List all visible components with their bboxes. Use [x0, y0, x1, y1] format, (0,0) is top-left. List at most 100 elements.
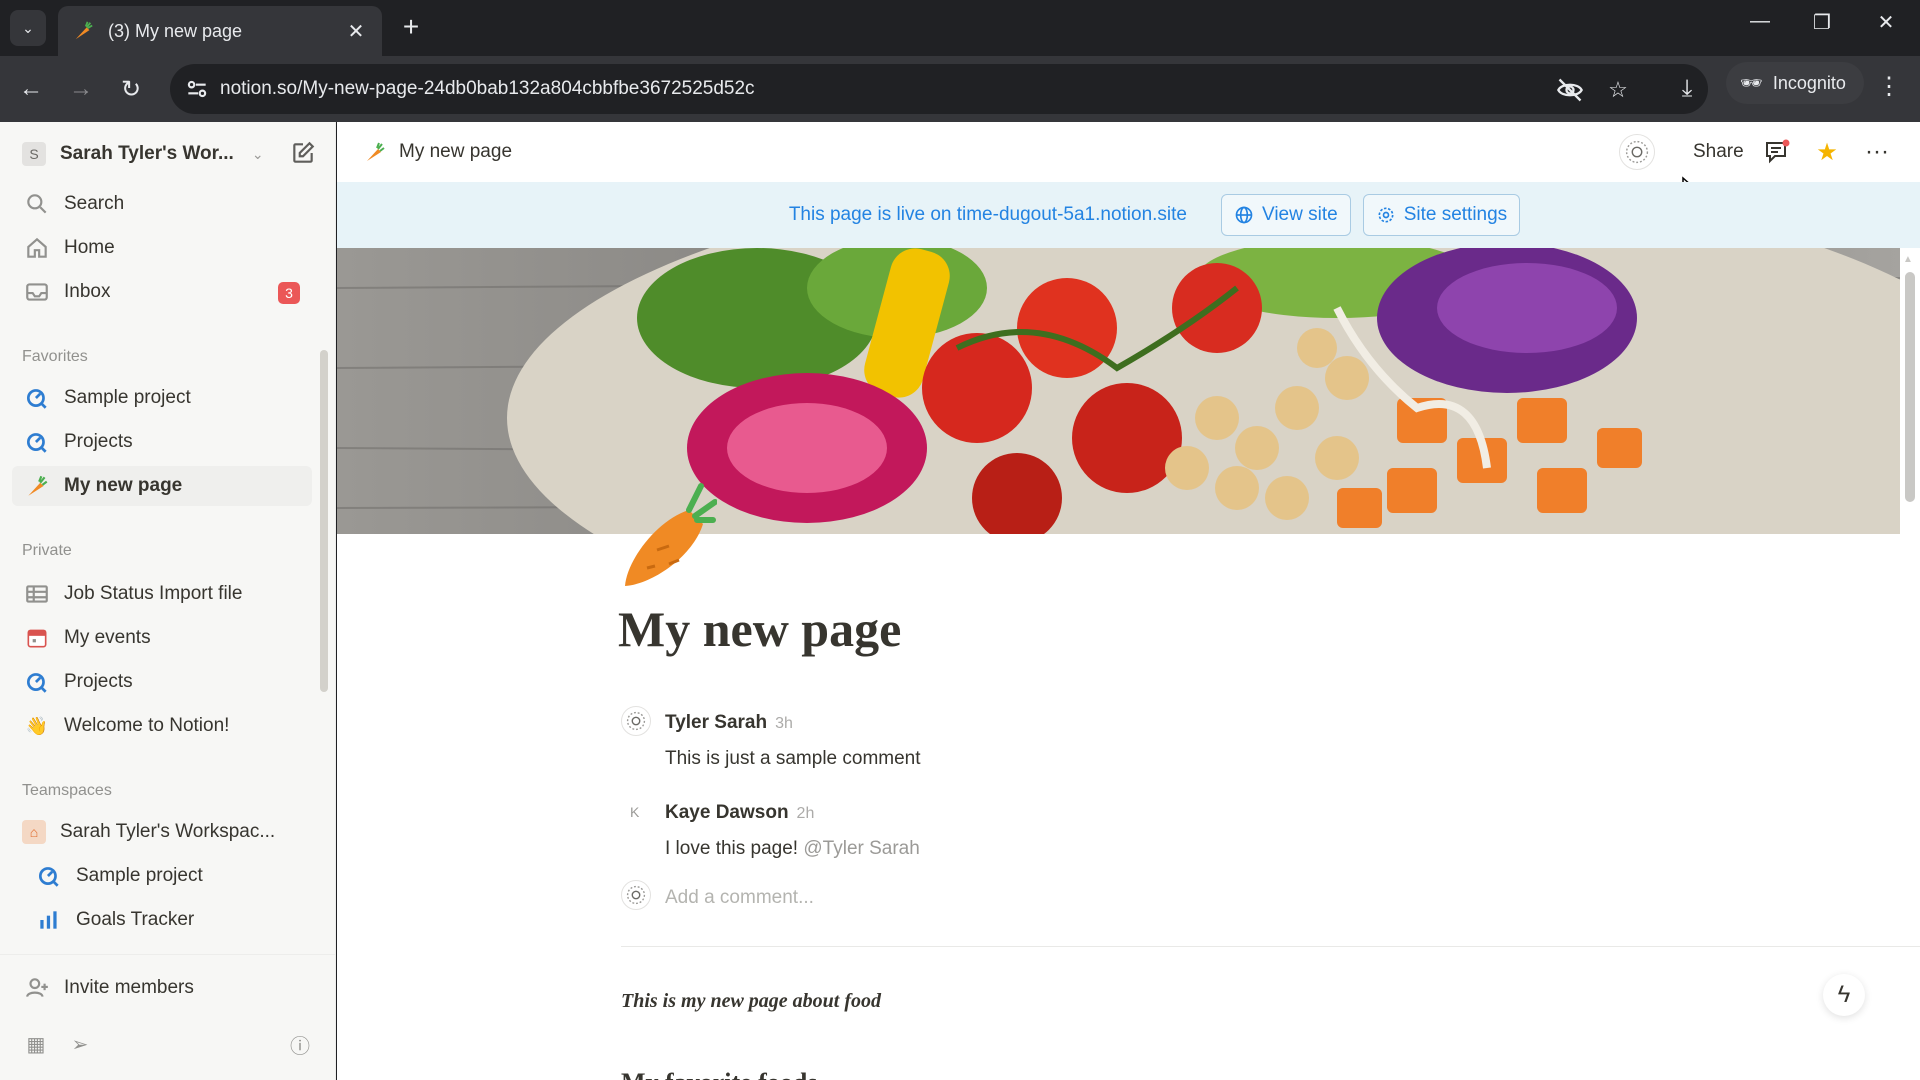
banner-text: This page is live on time-dugout-5a1.not…	[788, 204, 1187, 225]
comment-text: I love this page! @Tyler Sarah	[665, 838, 920, 860]
download-icon[interactable]: ⤓	[1670, 72, 1704, 106]
current-user-avatar	[621, 880, 651, 910]
sidebar-item-goals-tracker[interactable]: Goals Tracker	[12, 900, 312, 940]
tab-close-icon[interactable]: ✕	[344, 19, 368, 44]
user-avatar[interactable]	[1619, 134, 1655, 170]
sidebar-item-my-new-page[interactable]: My new page	[12, 466, 312, 506]
browser-menu-icon[interactable]: ⋮	[1874, 72, 1904, 106]
back-icon[interactable]: ←	[14, 72, 48, 106]
commenter-initial: K	[630, 804, 640, 820]
more-options-icon[interactable]: ···	[1861, 136, 1893, 168]
sidebar-item-sample-project[interactable]: Sample project	[12, 378, 312, 418]
window-close-icon[interactable]: ✕	[1866, 10, 1906, 35]
sidebar-item-welcome[interactable]: 👋 Welcome to Notion!	[12, 706, 312, 746]
reload-icon[interactable]: ↻	[114, 72, 148, 106]
page-title[interactable]: My new page	[618, 600, 901, 658]
sidebar-item-teamspace[interactable]: ⌂ Sarah Tyler's Workspac...	[12, 812, 312, 852]
published-site-banner: This page is live on time-dugout-5a1.not…	[337, 182, 1920, 248]
sidebar-item-inbox[interactable]: Inbox 3	[12, 272, 312, 312]
sidebar-item-label: Goals Tracker	[76, 909, 195, 930]
sidebar-item-job-status-import[interactable]: Job Status Import file	[12, 574, 312, 614]
sidebar-item-team-sample-project[interactable]: Sample project	[12, 856, 312, 896]
project-icon	[38, 867, 59, 887]
sidebar-item-search[interactable]: Search	[12, 184, 312, 224]
favorites-heading[interactable]: Favorites	[22, 348, 88, 366]
sidebar-item-label: Welcome to Notion!	[64, 715, 230, 736]
goals-icon	[40, 911, 57, 929]
sidebar-item-label: Projects	[64, 671, 133, 692]
user-mention[interactable]: @Tyler Sarah	[803, 838, 919, 859]
page-topbar: My new page Share ★ ···	[337, 122, 1920, 182]
globe-icon	[1235, 206, 1253, 224]
project-icon	[26, 673, 47, 693]
forward-icon[interactable]: →	[64, 72, 98, 106]
restore-icon[interactable]: ❐	[1802, 10, 1842, 35]
browser-tab-strip: ⌄ (3) My new page ✕ + — ❐ ✕	[0, 0, 1920, 56]
sidebar: S Sarah Tyler's Wor... ⌄ Search Home Inb…	[0, 122, 336, 1080]
new-page-icon[interactable]	[290, 140, 316, 166]
incognito-badge[interactable]: 🕶 Incognito	[1726, 62, 1864, 104]
workspace-switcher[interactable]: S Sarah Tyler's Wor... ⌄	[16, 136, 316, 172]
page-scrollbar[interactable]	[1905, 272, 1915, 502]
notion-ai-icon[interactable]: ϟ	[1823, 974, 1865, 1016]
cover-image[interactable]	[337, 248, 1900, 534]
main-content: My new page Share ★ ··· This page is liv…	[337, 122, 1920, 1080]
tab-search-dropdown-icon[interactable]: ⌄	[10, 10, 46, 46]
table-icon	[26, 585, 48, 603]
sidebar-item-label: Inbox	[64, 281, 111, 302]
sidebar-item-projects-private[interactable]: Projects	[12, 662, 312, 702]
sidebar-item-my-events[interactable]: My events	[12, 618, 312, 658]
bookmark-star-icon[interactable]: ☆	[1604, 76, 1632, 104]
teamspaces-heading[interactable]: Teamspaces	[22, 782, 112, 800]
comment-author-name: Kaye Dawson	[665, 802, 789, 823]
sidebar-scrollbar[interactable]	[320, 350, 328, 692]
favorite-star-icon[interactable]: ★	[1811, 136, 1843, 168]
send-icon[interactable]: ➢	[66, 1030, 94, 1058]
sidebar-item-label: Projects	[64, 431, 133, 452]
invite-members-button[interactable]: Invite members	[12, 968, 312, 1008]
gear-icon	[1378, 207, 1394, 223]
calendar-icon	[27, 629, 47, 648]
commenter-avatar	[621, 706, 651, 736]
comments-icon[interactable]	[1761, 136, 1793, 168]
view-site-button[interactable]: View site	[1221, 194, 1351, 236]
url-text: notion.so/My-new-page-24db0bab132a804cbb…	[220, 78, 755, 99]
browser-tab[interactable]: (3) My new page ✕	[58, 6, 382, 56]
site-info-icon[interactable]	[184, 76, 210, 102]
sidebar-divider	[0, 954, 336, 955]
carrot-page-icon[interactable]	[617, 480, 717, 590]
add-comment-input[interactable]: Add a comment...	[665, 887, 814, 909]
incognito-label: Incognito	[1772, 72, 1846, 93]
breadcrumb-title[interactable]: My new page	[399, 122, 512, 182]
page-body-text[interactable]: This is my new page about food	[621, 990, 881, 1013]
comment-text-body: I love this page!	[665, 838, 799, 859]
comment-author[interactable]: Kaye Dawson 2h	[665, 802, 814, 824]
sidebar-item-home[interactable]: Home	[12, 228, 312, 268]
sidebar-item-label: Sample project	[76, 865, 203, 886]
share-button[interactable]: Share	[1693, 122, 1744, 182]
new-tab-button[interactable]: +	[396, 12, 426, 42]
scroll-up-icon[interactable]: ▲	[1903, 254, 1913, 265]
sidebar-item-projects[interactable]: Projects	[12, 422, 312, 462]
inbox-icon	[26, 283, 48, 301]
site-settings-button[interactable]: Site settings	[1362, 194, 1521, 236]
comment-time: 3h	[775, 715, 793, 732]
private-heading[interactable]: Private	[22, 542, 72, 560]
project-icon	[26, 433, 47, 453]
house-icon: ⌂	[22, 820, 46, 844]
chevron-down-icon: ⌄	[251, 145, 264, 162]
next-heading-peek[interactable]: My favorite foods	[621, 1068, 817, 1080]
calendar-app-icon[interactable]: ▦	[22, 1030, 50, 1058]
search-icon	[27, 194, 47, 214]
eye-off-icon[interactable]	[1556, 76, 1584, 104]
address-bar[interactable]: notion.so/My-new-page-24db0bab132a804cbb…	[170, 64, 1708, 114]
carrot-icon	[28, 475, 48, 496]
minimize-icon[interactable]: —	[1740, 10, 1780, 33]
help-icon[interactable]: ⓘ	[286, 1030, 314, 1058]
sidebar-item-label: Home	[64, 237, 115, 258]
inbox-count-badge: 3	[278, 282, 300, 304]
comment-author[interactable]: Tyler Sarah 3h	[665, 712, 793, 734]
add-user-icon	[26, 978, 48, 998]
comments-divider	[621, 946, 1920, 947]
comment-author-name: Tyler Sarah	[665, 712, 768, 733]
